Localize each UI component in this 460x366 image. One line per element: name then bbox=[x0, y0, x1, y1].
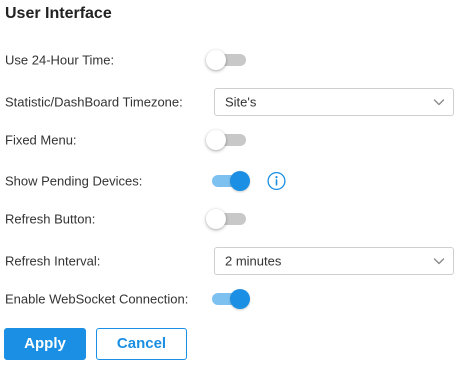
setting-label-refresh-interval: Refresh Interval: bbox=[5, 253, 101, 269]
setting-row-fixed-menu: Fixed Menu: bbox=[0, 124, 460, 156]
setting-row-refresh-button: Refresh Button: bbox=[0, 203, 460, 235]
timezone-select[interactable]: Site's bbox=[214, 88, 454, 116]
chevron-down-icon bbox=[433, 99, 445, 106]
setting-row-refresh-interval: Refresh Interval: 2 minutes bbox=[0, 245, 460, 277]
setting-row-enable-websocket: Enable WebSocket Connection: bbox=[0, 283, 460, 315]
setting-label-enable-websocket: Enable WebSocket Connection: bbox=[5, 291, 189, 307]
toggle-knob bbox=[230, 171, 250, 191]
toggle-knob bbox=[206, 130, 226, 150]
toggle-knob bbox=[206, 209, 226, 229]
toggle-knob bbox=[206, 50, 226, 70]
info-icon[interactable] bbox=[267, 171, 286, 191]
toggle-fixed-menu[interactable] bbox=[206, 130, 248, 150]
toggle-refresh-button[interactable] bbox=[206, 209, 248, 229]
setting-row-timezone: Statistic/DashBoard Timezone: Site's bbox=[0, 86, 460, 118]
setting-label-timezone: Statistic/DashBoard Timezone: bbox=[5, 94, 183, 110]
setting-row-24-hour-time: Use 24-Hour Time: bbox=[0, 44, 460, 76]
cancel-button[interactable]: Cancel bbox=[96, 328, 187, 360]
setting-label-refresh-button: Refresh Button: bbox=[5, 211, 96, 227]
setting-label-fixed-menu: Fixed Menu: bbox=[5, 132, 77, 148]
toggle-show-pending-devices[interactable] bbox=[206, 171, 250, 191]
refresh-interval-select-value: 2 minutes bbox=[225, 253, 282, 269]
refresh-interval-select[interactable]: 2 minutes bbox=[214, 247, 454, 275]
setting-row-show-pending-devices: Show Pending Devices: bbox=[0, 165, 460, 197]
setting-label-24-hour-time: Use 24-Hour Time: bbox=[5, 52, 115, 68]
toggle-knob bbox=[230, 289, 250, 309]
chevron-down-icon bbox=[433, 258, 445, 265]
user-interface-settings-panel: User Interface Use 24-Hour Time: Statist… bbox=[0, 0, 460, 366]
toggle-24-hour-time[interactable] bbox=[206, 50, 248, 70]
toggle-enable-websocket[interactable] bbox=[206, 289, 250, 309]
section-title: User Interface bbox=[5, 5, 112, 22]
timezone-select-value: Site's bbox=[225, 94, 257, 110]
setting-label-show-pending-devices: Show Pending Devices: bbox=[5, 173, 143, 189]
apply-button[interactable]: Apply bbox=[4, 328, 86, 360]
